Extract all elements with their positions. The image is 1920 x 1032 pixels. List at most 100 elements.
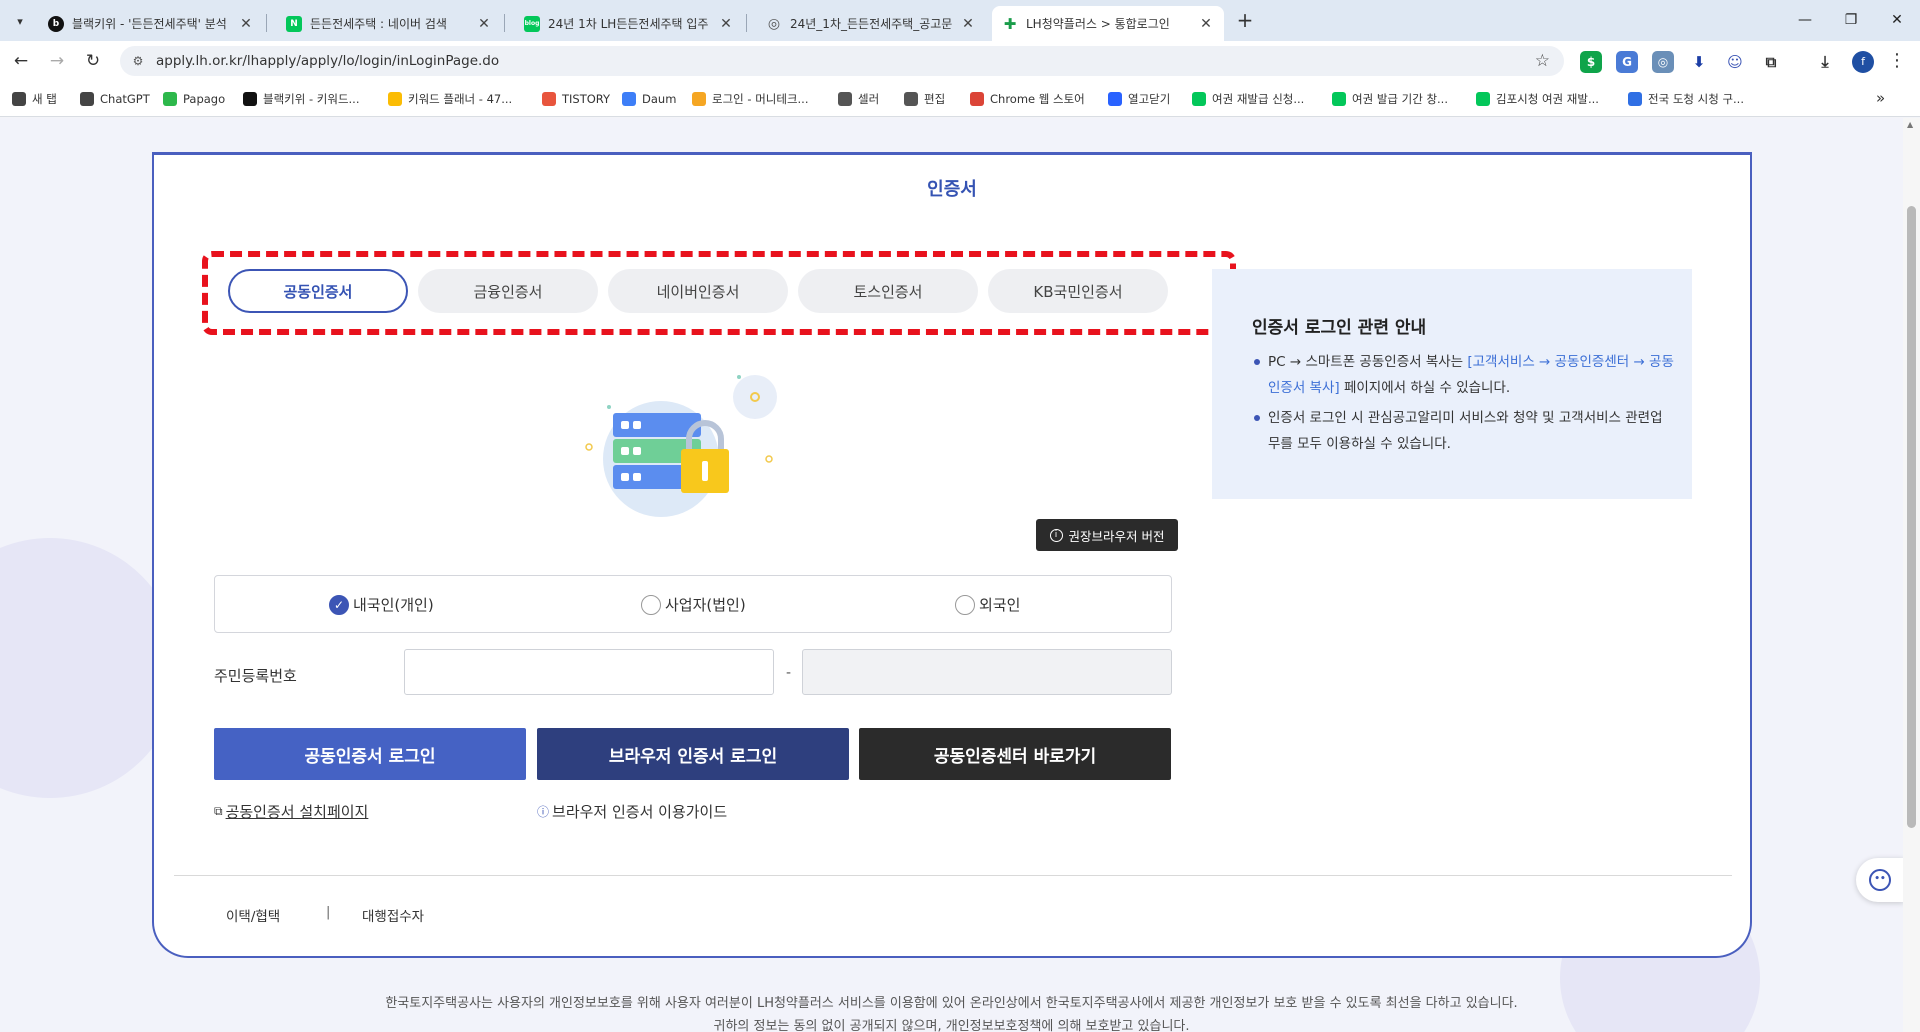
extensions-puzzle-icon[interactable]: ⧉ <box>1760 51 1782 73</box>
extension-money-icon[interactable]: $ <box>1580 51 1602 73</box>
footer-separator: | <box>326 905 331 920</box>
bookmark-item[interactable]: 블랙키위 - 키워드... <box>243 90 360 108</box>
privacy-notice-line2: 귀하의 정보는 동의 없이 공개되지 않으며, 개인정보보호정책에 의해 보호받… <box>713 1019 1190 1032</box>
bookmark-item[interactable]: Daum <box>622 90 676 108</box>
naver-blog-favicon-icon: blog <box>524 15 540 32</box>
browser-toolbar: ← → ↻ ⚙ apply.lh.or.kr/lhapply/apply/lo/… <box>0 41 1920 81</box>
naver-blog-icon <box>1192 92 1206 106</box>
forward-arrow-icon[interactable]: → <box>44 49 70 73</box>
downloads-icon[interactable]: ⤓ <box>1814 51 1836 73</box>
tab-close-icon[interactable]: ✕ <box>476 16 492 32</box>
footer-link-agent[interactable]: 대행접수자 <box>362 905 424 925</box>
bookmark-star-icon[interactable]: ☆ <box>1535 51 1550 71</box>
browser-tab-active[interactable]: ✚ LH청약플러스 > 통합로그인 ✕ <box>992 6 1224 41</box>
bookmark-item[interactable]: 새 탭 <box>12 90 57 108</box>
bookmark-item[interactable]: 로그인 - 머니테크... <box>692 90 809 108</box>
bookmark-item[interactable]: 편집 <box>904 90 945 108</box>
radio-label: 외국인 <box>979 596 1021 614</box>
bookmark-label: 로그인 - 머니테크... <box>712 92 809 106</box>
profile-avatar[interactable]: f <box>1852 51 1874 73</box>
tab-joint-certificate[interactable]: 공동인증서 <box>228 269 408 313</box>
tab-search-chevron-icon[interactable]: ▾ <box>8 9 32 33</box>
extension-web-icon[interactable]: ◎ <box>1652 51 1674 73</box>
joint-cert-login-button[interactable]: 공동인증서 로그인 <box>214 728 526 780</box>
bullet-icon <box>1254 359 1260 365</box>
tab-close-icon[interactable]: ✕ <box>718 16 734 32</box>
bookmark-label: Chrome 웹 스토어 <box>990 92 1085 106</box>
chatbot-button[interactable]: •• <box>1856 858 1903 902</box>
radio-label: 사업자(법인) <box>665 596 746 614</box>
bookmark-item[interactable]: 김포시청 여권 재발... <box>1476 90 1599 108</box>
address-bar[interactable]: ⚙ apply.lh.or.kr/lhapply/apply/lo/login/… <box>120 46 1564 76</box>
bookmark-label: ChatGPT <box>100 92 150 106</box>
recommended-browser-button[interactable]: i 권장브라우저 버전 <box>1036 519 1178 551</box>
browser-tab[interactable]: ◎ 24년_1차_든든전세주택_공고문 ✕ <box>756 6 986 41</box>
cert-install-link[interactable]: ⧉ 공동인증서 설치페이지 <box>214 801 368 822</box>
tab-close-icon[interactable]: ✕ <box>960 16 976 32</box>
info-item-copy: PC → 스마트폰 공동인증서 복사는 [고객서비스 → 공동인증센터 → 공동… <box>1254 349 1674 401</box>
lh-favicon-icon: ✚ <box>1003 14 1017 33</box>
google-ads-icon <box>388 92 402 106</box>
bookmarks-overflow-icon[interactable]: » <box>1876 89 1885 107</box>
browser-tab[interactable]: b 블랙키위 - '든든전세주택' 분석 ✕ <box>38 6 264 41</box>
footer-link-partner[interactable]: 이택/협택 <box>226 905 280 925</box>
bookmark-item[interactable]: 열고닫기 <box>1108 90 1170 108</box>
browser-tab[interactable]: blog 24년 1차 LH든든전세주택 입주 ✕ <box>514 6 744 41</box>
new-tab-plus-icon[interactable]: + <box>1232 8 1258 34</box>
bookmark-item[interactable]: TISTORY <box>542 90 610 108</box>
restore-icon[interactable]: ❐ <box>1828 8 1874 32</box>
tab-naver-certificate[interactable]: 네이버인증서 <box>608 269 788 313</box>
site-info-icon[interactable]: ⚙ <box>130 53 146 69</box>
window-close-icon[interactable]: ✕ <box>1874 8 1920 32</box>
browser-tab[interactable]: N 든든전세주택 : 네이버 검색 ✕ <box>276 6 502 41</box>
browser-menu-icon[interactable]: ⋮ <box>1888 50 1906 71</box>
info-item-login: 인증서 로그인 시 관심공고알리미 서비스와 청약 및 고객서비스 관련업무를 … <box>1254 405 1674 457</box>
bookmark-label: 편집 <box>924 92 946 106</box>
tab-toss-certificate[interactable]: 토스인증서 <box>798 269 978 313</box>
radio-empty-icon <box>955 594 975 615</box>
bookmark-item[interactable]: 셀러 <box>838 90 879 108</box>
extension-translate-icon[interactable]: G <box>1616 51 1638 73</box>
cert-center-shortcut-button[interactable]: 공동인증센터 바로가기 <box>859 728 1171 780</box>
url-text: apply.lh.or.kr/lhapply/apply/lo/login/in… <box>156 53 500 69</box>
tab-kb-certificate[interactable]: KB국민인증서 <box>988 269 1168 313</box>
bookmark-item[interactable]: Papago <box>163 90 225 108</box>
minimize-icon[interactable]: — <box>1782 8 1828 32</box>
card-divider <box>174 875 1732 876</box>
bookmark-label: 여권 재발급 신청... <box>1212 92 1305 106</box>
extension-pin-icon[interactable]: ⬇ <box>1688 51 1710 73</box>
scroll-up-arrow-icon[interactable]: ▲ <box>1907 120 1913 129</box>
blackkiwi-icon <box>243 92 257 106</box>
recommended-browser-label: 권장브라우저 버전 <box>1068 528 1165 544</box>
radio-domestic-individual[interactable]: ✓ 내국인(개인) <box>329 594 434 615</box>
extension-bot-icon[interactable]: ☺ <box>1724 51 1746 73</box>
tab-close-icon[interactable]: ✕ <box>238 16 254 32</box>
bookmark-item[interactable]: 여권 발급 기간 창... <box>1332 90 1448 108</box>
folder-icon <box>838 92 852 106</box>
bookmark-item[interactable]: 여권 재발급 신청... <box>1192 90 1304 108</box>
bookmark-item[interactable]: Chrome 웹 스토어 <box>970 90 1085 108</box>
page-scrollbar[interactable]: ▲ <box>1903 118 1920 1032</box>
scrollbar-thumb[interactable] <box>1907 206 1916 828</box>
radio-business-corporate[interactable]: 사업자(법인) <box>641 594 746 615</box>
info-circle-icon: ⓘ <box>537 805 550 819</box>
bookmark-item[interactable]: 전국 도청 시청 구... <box>1628 90 1744 108</box>
browser-cert-guide-link[interactable]: ⓘ 브라우저 인증서 이용가이드 <box>537 801 727 822</box>
chatgpt-icon <box>80 92 94 106</box>
reload-icon[interactable]: ↻ <box>80 49 106 73</box>
rrn-back-input[interactable] <box>802 649 1172 695</box>
moneytech-icon <box>692 92 706 106</box>
browser-cert-login-button[interactable]: 브라우저 인증서 로그인 <box>537 728 849 780</box>
bookmark-item[interactable]: ChatGPT <box>80 90 150 108</box>
blackkiwi-favicon-icon: b <box>48 15 64 32</box>
bullet-icon <box>1254 415 1260 421</box>
back-arrow-icon[interactable]: ← <box>8 49 34 73</box>
rrn-front-input[interactable] <box>404 649 774 695</box>
bookmark-item[interactable]: 키워드 플래너 - 47... <box>388 90 512 108</box>
info-text: PC → 스마트폰 공동인증서 복사는 <box>1268 354 1468 370</box>
tab-financial-certificate[interactable]: 금융인증서 <box>418 269 598 313</box>
bookmark-label: 새 탭 <box>32 92 57 106</box>
tab-close-icon[interactable]: ✕ <box>1198 16 1214 32</box>
radio-foreigner[interactable]: 외국인 <box>955 594 1020 615</box>
info-blog-icon <box>1628 92 1642 106</box>
